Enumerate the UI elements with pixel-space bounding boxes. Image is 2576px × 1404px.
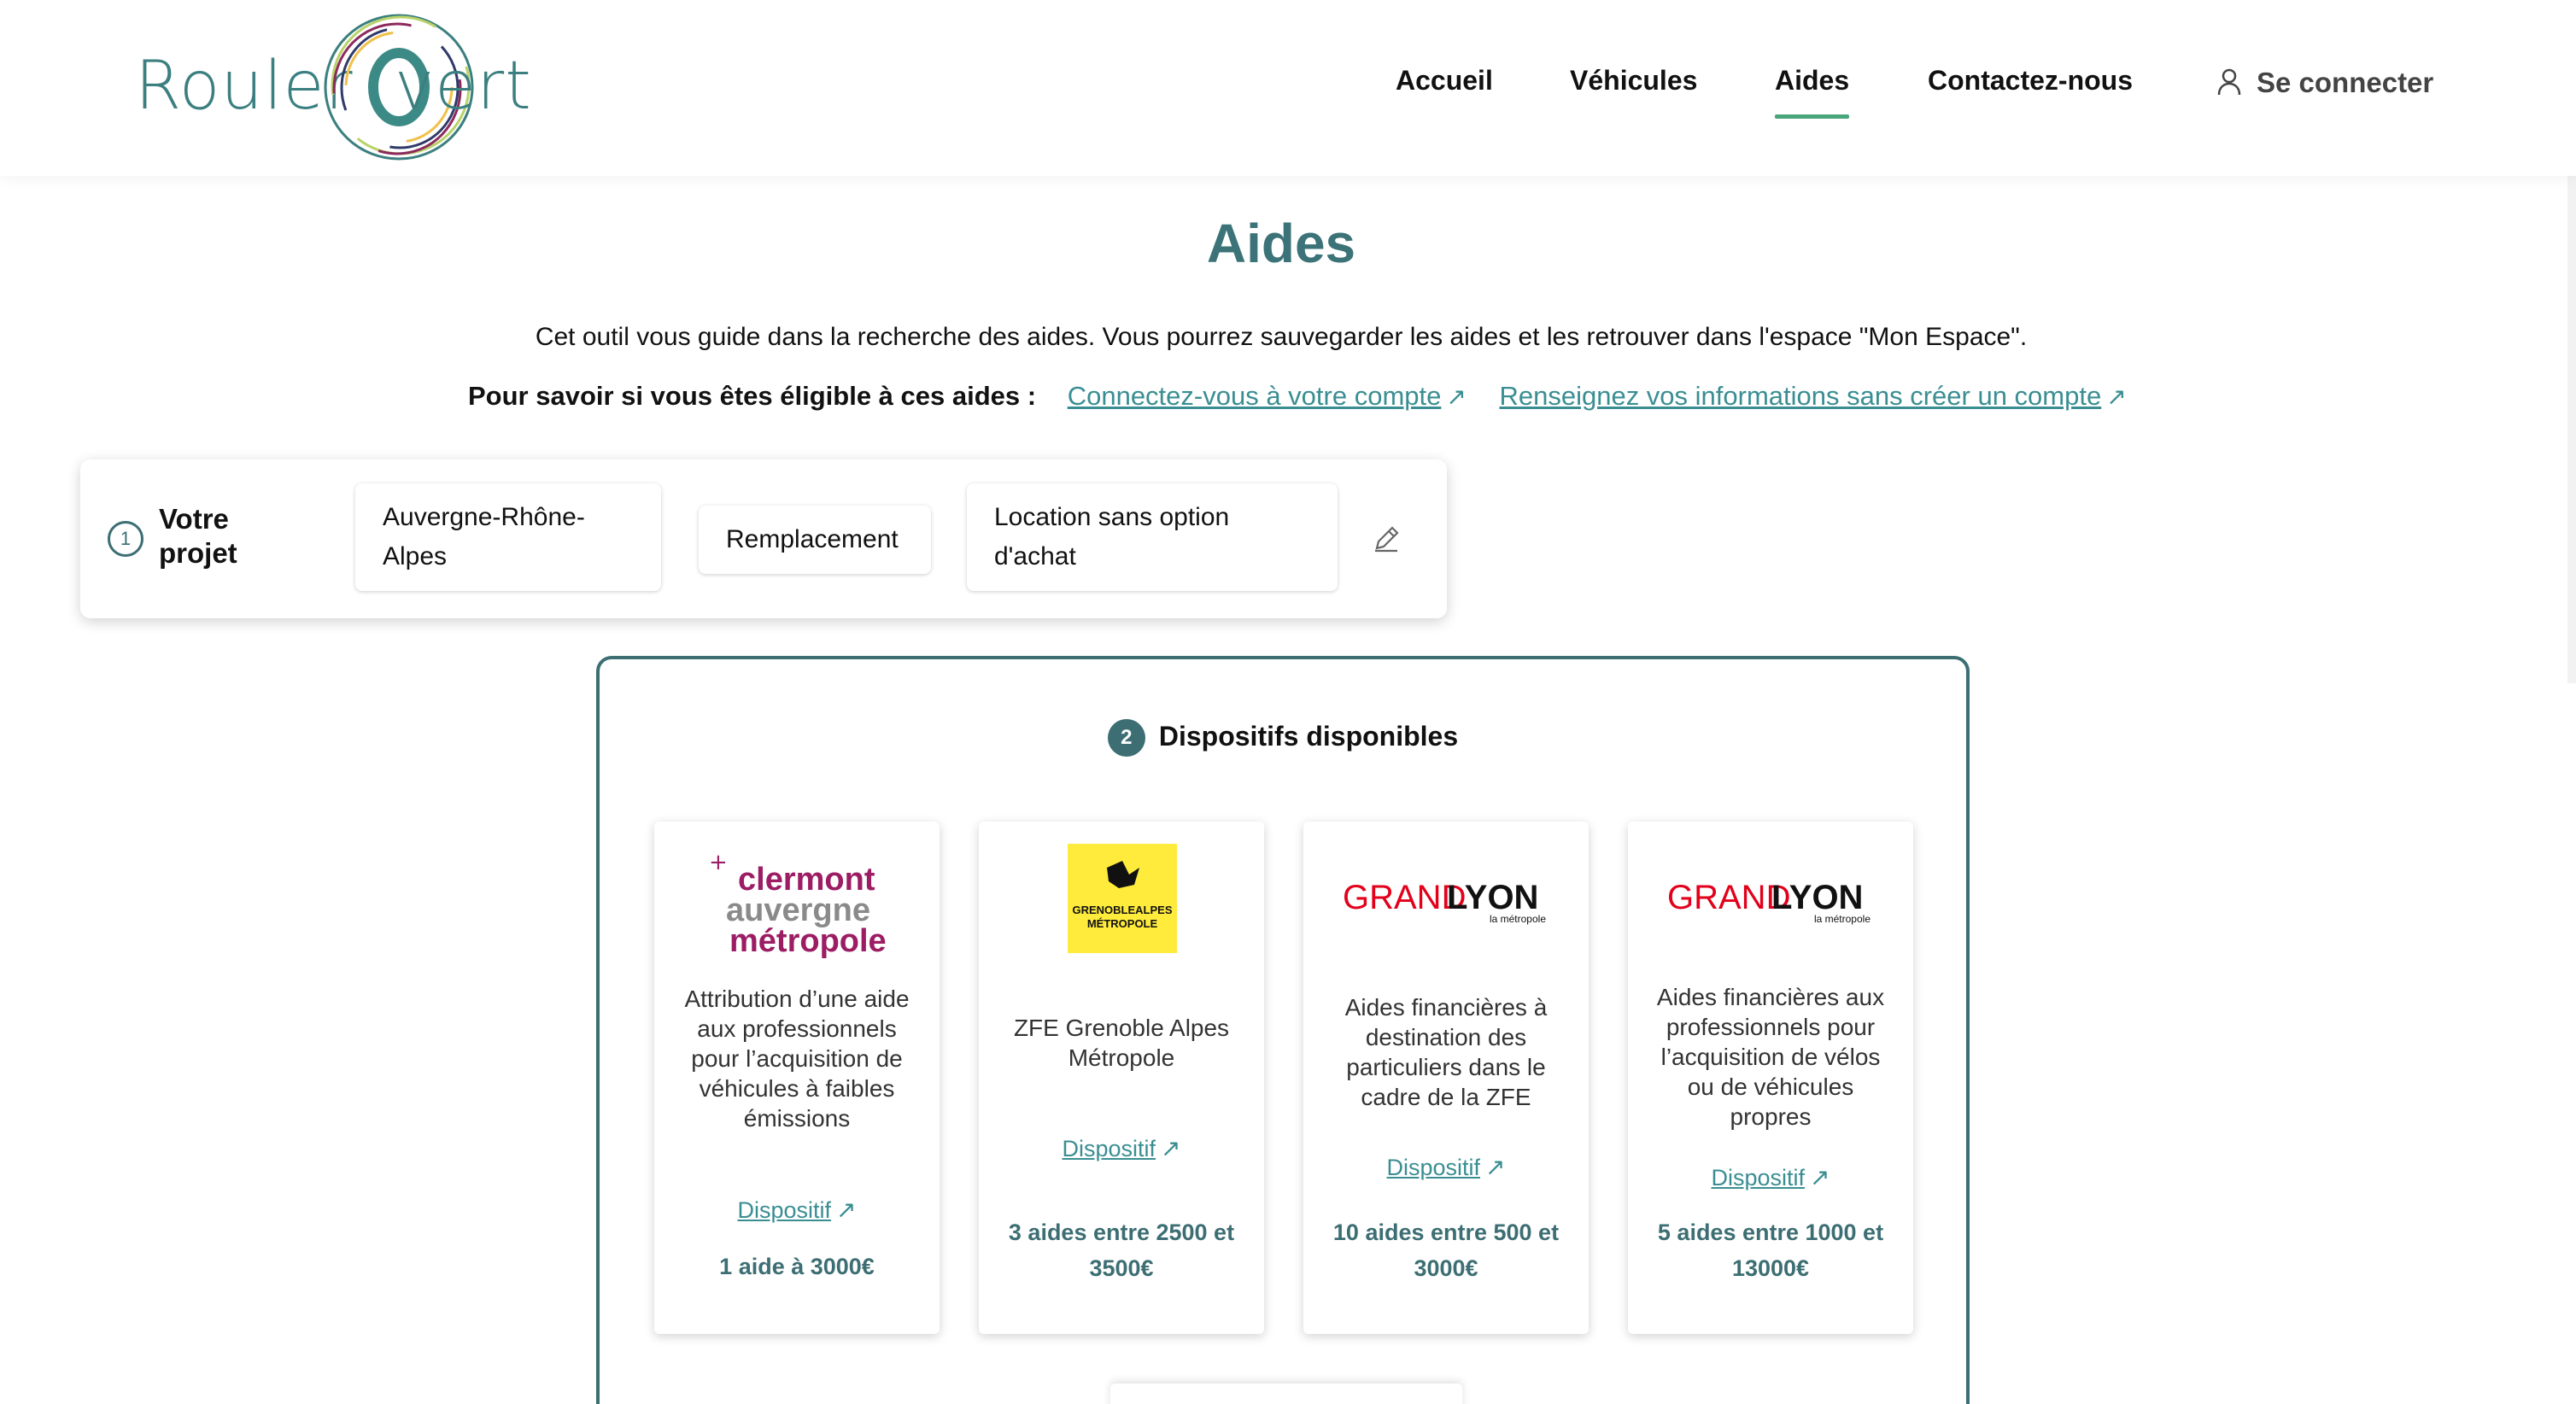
nav-contact[interactable]: Contactez-nous [1928, 65, 2133, 97]
available-schemes-panel: 2 Dispositifs disponibles + clermont auve… [596, 656, 1970, 1404]
eligibility-label: Pour savoir si vous êtes éligible à ces … [468, 381, 1037, 411]
project-type-chip: Remplacement [699, 506, 931, 574]
scheme-link-label: Dispositif [737, 1197, 832, 1223]
nav-accueil[interactable]: Accueil [1396, 65, 1493, 97]
grand-lyon-logo: GRAND LYON la métropole [1303, 844, 1589, 963]
scheme-amount: 3 aides entre 2500 et 3500€ [1008, 1220, 1235, 1281]
scheme-link[interactable]: Dispositif ↗ [1303, 1153, 1589, 1181]
lyon-logo-sub: la métropole [1814, 913, 1871, 925]
scheme-description: ZFE Grenoble Alpes Métropole [1013, 1015, 1230, 1071]
scheme-description: Aides financières aux professionnels pou… [1656, 984, 1885, 1130]
external-link-icon: ↗ [1446, 383, 1467, 410]
scheme-amount: 1 aide à 3000€ [719, 1254, 875, 1279]
fill-info-link-label: Renseignez vos informations sans créer u… [1499, 381, 2102, 411]
scheme-description: Attribution d’une aide aux professionnel… [684, 986, 910, 1132]
svg-text:+: + [709, 850, 728, 875]
scheme-link[interactable]: Dispositif ↗ [654, 1196, 940, 1224]
external-link-icon: ↗ [1485, 1154, 1506, 1180]
project-type-value: Remplacement [726, 525, 899, 553]
lyon-logo-sub: la métropole [1490, 913, 1546, 925]
external-link-icon: ↗ [1810, 1164, 1830, 1190]
scheme-card: GRAND LYON la métropole Aides financière… [1628, 822, 1913, 1334]
scheme-link-label: Dispositif [1062, 1136, 1156, 1161]
grand-lyon-logo: GRAND LYON la métropole [1628, 844, 1913, 963]
logo-text-right: vert [395, 48, 532, 125]
scheme-card: GRAND LYON la métropole Aides financière… [1303, 822, 1589, 1334]
grenoble-logo-line-2: MÉTROPOLE [1087, 917, 1158, 930]
nav-vehicules[interactable]: Véhicules [1570, 65, 1697, 97]
login-account-link-label: Connectez-vous à votre compte [1067, 381, 1442, 411]
grenoble-alpes-metropole-logo: GRENOBLEALPES MÉTROPOLE [979, 844, 1264, 963]
step-1-badge: 1 [108, 521, 143, 557]
scheme-description: Aides financières à destination des part… [1344, 994, 1548, 1110]
scheme-link-label: Dispositif [1711, 1165, 1806, 1190]
external-link-icon: ↗ [1161, 1135, 1181, 1161]
region-value: Auvergne-Rhône-Alpes [383, 503, 585, 570]
project-summary: 1 Votre projet Auvergne-Rhône-Alpes Remp… [80, 459, 1447, 618]
fill-info-link[interactable]: Renseignez vos informations sans créer u… [1499, 381, 2126, 411]
login-label: Se connecter [2257, 67, 2434, 98]
site-header: Rouler vert Accueil Véhicules Aides Cont… [0, 0, 2576, 176]
clermont-auvergne-metropole-logo: + clermont auvergne métropole [654, 844, 940, 963]
nav-aides[interactable]: Aides [1775, 65, 1850, 119]
external-link-icon: ↗ [2106, 383, 2127, 410]
lyon-logo-lyon: LYON [1771, 879, 1863, 916]
intro-text: Cet outil vous guide dans la recherche d… [535, 323, 2028, 351]
financing-value: Location sans option d'achat [994, 503, 1230, 570]
financing-chip: Location sans option d'achat [967, 483, 1338, 591]
step-2-badge: 2 [1107, 719, 1145, 757]
scheme-link[interactable]: Dispositif ↗ [979, 1134, 1264, 1162]
schemes-title: Dispositifs disponibles [1158, 721, 1459, 752]
scheme-amount: 10 aides entre 500 et 3000€ [1332, 1220, 1560, 1281]
scheme-card: GRENOBLEALPES MÉTROPOLE ZFE Grenoble Alp… [979, 822, 1264, 1334]
roulervert-logo[interactable]: Rouler vert [128, 9, 531, 171]
user-icon [2217, 68, 2241, 96]
scheme-card: + clermont auvergne métropole Attributio… [654, 822, 940, 1334]
login-button[interactable]: Se connecter [2217, 67, 2433, 99]
scheme-card-partial [1110, 1384, 1462, 1404]
schemes-heading: 2 Dispositifs disponibles [600, 719, 1966, 757]
region-chip: Auvergne-Rhône-Alpes [355, 483, 661, 591]
clermont-logo-line-3: métropole [729, 923, 887, 959]
scheme-amount: 5 aides entre 1000 et 13000€ [1657, 1220, 1884, 1281]
grenoble-logo-line-1: GRENOBLEALPES [1072, 904, 1172, 916]
project-label: Votre projet [159, 503, 237, 569]
scheme-link[interactable]: Dispositif ↗ [1628, 1163, 1913, 1191]
external-link-icon: ↗ [836, 1196, 857, 1223]
edit-icon[interactable] [1372, 524, 1401, 553]
scheme-link-label: Dispositif [1386, 1155, 1481, 1180]
lyon-logo-lyon: LYON [1447, 879, 1538, 916]
eligibility-row: Pour savoir si vous êtes éligible à ces … [468, 381, 2152, 412]
page-title: Aides [1206, 213, 1356, 274]
login-account-link[interactable]: Connectez-vous à votre compte ↗ [1068, 381, 1467, 411]
